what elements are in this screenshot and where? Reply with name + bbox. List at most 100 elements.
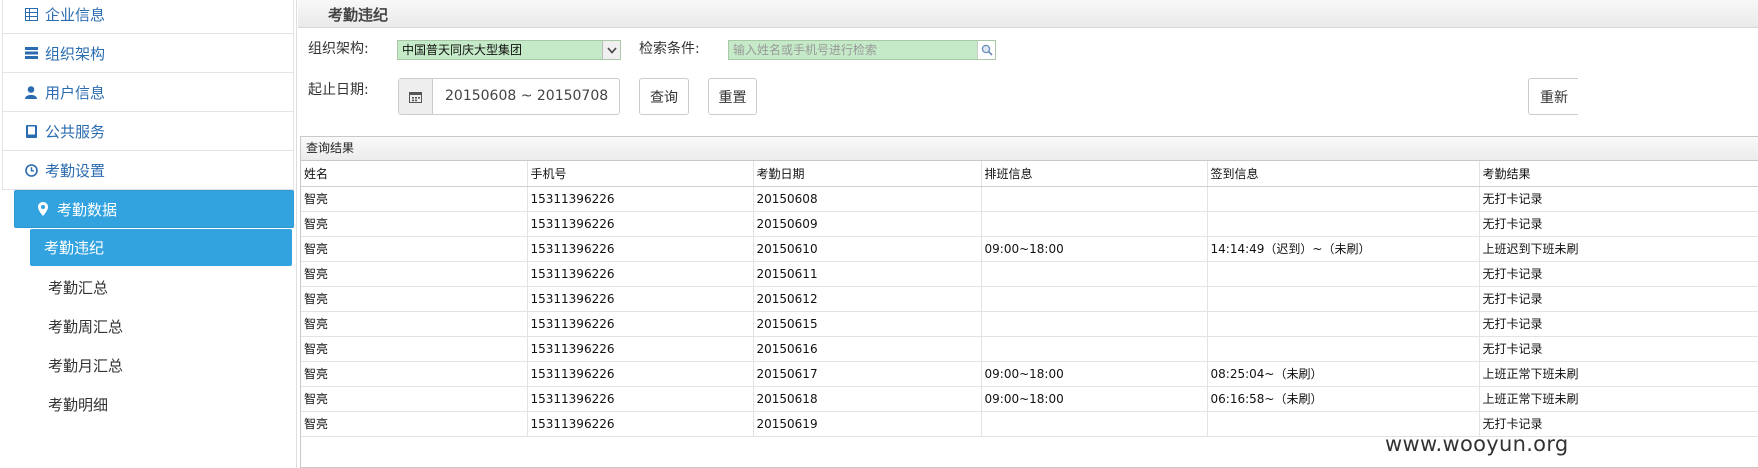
- schedule-cell: [981, 211, 1208, 237]
- table-row[interactable]: 智亮 15311396226 20150617 09:00~18:00 08:25:04…: [301, 361, 1758, 387]
- column-header-checkin[interactable]: 签到信息: [1207, 161, 1480, 187]
- sidebar-item-org[interactable]: 组织架构: [2, 33, 294, 73]
- table-row[interactable]: 智亮 15311396226 20150618 09:00~18:00 06:16:58…: [301, 386, 1758, 412]
- table-row[interactable]: 智亮 15311396226 20150611 无打卡记录: [301, 261, 1758, 287]
- sidebar-item-public-services[interactable]: 公共服务: [2, 111, 294, 151]
- phone-cell: 15311396226: [527, 286, 754, 312]
- results-title: 查询结果: [301, 137, 1758, 161]
- sidebar-subitem-monthly-summary[interactable]: 考勤月汇总: [34, 346, 294, 384]
- phone-cell: 15311396226: [527, 411, 754, 437]
- result-cell: 无打卡记录: [1479, 186, 1758, 212]
- name-cell: 智亮: [301, 361, 528, 387]
- org-select[interactable]: 中国普天同庆大型集团: [397, 40, 621, 60]
- column-header-result[interactable]: 考勤结果: [1479, 161, 1758, 187]
- sidebar-subitem-details[interactable]: 考勤明细: [34, 385, 294, 423]
- sidebar-item-label: 考勤数据: [57, 200, 118, 219]
- table-row[interactable]: 智亮 15311396226 20150615 无打卡记录: [301, 311, 1758, 337]
- search-placeholder: 输入姓名或手机号进行检索: [733, 43, 878, 57]
- result-cell: 无打卡记录: [1479, 211, 1758, 237]
- date-cell: 20150612: [753, 286, 982, 312]
- watermark: www.wooyun.org: [1385, 432, 1569, 456]
- date-range-value: 20150608 ~ 20150708: [445, 88, 609, 104]
- sidebar-subitem-weekly-summary[interactable]: 考勤周汇总: [34, 307, 294, 345]
- table-header-row: 姓名 手机号 考勤日期 排班信息 签到信息 考勤结果: [301, 161, 1758, 187]
- map-marker-icon: [35, 201, 51, 217]
- page-title: 考勤违纪: [328, 6, 389, 24]
- phone-cell: 15311396226: [527, 211, 754, 237]
- date-cell: 20150619: [753, 411, 982, 437]
- sidebar-item-attendance-data[interactable]: 考勤数据: [14, 190, 294, 228]
- checkin-cell: [1207, 211, 1480, 237]
- sidebar-item-label: 考勤设置: [45, 161, 106, 180]
- sidebar-subitem-summary[interactable]: 考勤汇总: [34, 268, 294, 306]
- column-header-date[interactable]: 考勤日期: [753, 161, 982, 187]
- sidebar-subitem-label: 考勤月汇总: [48, 356, 124, 375]
- name-cell: 智亮: [301, 336, 528, 362]
- search-input[interactable]: 输入姓名或手机号进行检索: [728, 40, 996, 60]
- results-panel: 查询结果 姓名 手机号 考勤日期 排班信息 签到信息 考勤结果 智亮 153113…: [300, 136, 1758, 468]
- table-row[interactable]: 智亮 15311396226 20150616 无打卡记录: [301, 336, 1758, 362]
- date-cell: 20150617: [753, 361, 982, 387]
- sidebar-subitem-label: 考勤明细: [48, 395, 109, 414]
- schedule-cell: [981, 336, 1208, 362]
- sidebar-subitem-violations[interactable]: 考勤违纪: [30, 229, 292, 266]
- date-cell: 20150616: [753, 336, 982, 362]
- reset-button[interactable]: 重置: [708, 78, 757, 115]
- result-cell: 无打卡记录: [1479, 311, 1758, 337]
- result-cell: 上班迟到下班未刷: [1479, 236, 1758, 262]
- column-header-name[interactable]: 姓名: [301, 161, 528, 187]
- sidebar-subitem-label: 考勤汇总: [48, 278, 109, 297]
- date-cell: 20150609: [753, 211, 982, 237]
- sidebar-item-company-info[interactable]: 企业信息: [2, 0, 294, 34]
- date-cell: 20150618: [753, 386, 982, 412]
- checkin-cell: [1207, 261, 1480, 287]
- date-cell: 20150608: [753, 186, 982, 212]
- date-range-input[interactable]: 20150608 ~ 20150708: [398, 78, 620, 115]
- date-cell: 20150615: [753, 311, 982, 337]
- sidebar-item-users[interactable]: 用户信息: [2, 72, 294, 112]
- page-title-bar: 考勤违纪: [298, 0, 1758, 28]
- table-row[interactable]: 智亮 15311396226 20150609 无打卡记录: [301, 211, 1758, 237]
- schedule-cell: 09:00~18:00: [981, 386, 1208, 412]
- phone-cell: 15311396226: [527, 336, 754, 362]
- user-icon: [23, 84, 39, 100]
- checkin-cell: [1207, 311, 1480, 337]
- checkin-cell: [1207, 186, 1480, 212]
- schedule-cell: [981, 186, 1208, 212]
- schedule-cell: [981, 286, 1208, 312]
- result-cell: 上班正常下班未刷: [1479, 386, 1758, 412]
- column-header-phone[interactable]: 手机号: [527, 161, 754, 187]
- result-cell: 上班正常下班未刷: [1479, 361, 1758, 387]
- search-icon[interactable]: [977, 41, 995, 59]
- clock-icon: [23, 162, 39, 178]
- book-icon: [23, 123, 39, 139]
- schedule-cell: 09:00~18:00: [981, 361, 1208, 387]
- sidebar: 企业信息 组织架构 用户信息 公共服务 考勤设置 考勤数据 考勤违纪 考勤汇总: [0, 0, 297, 468]
- resync-button[interactable]: 重新: [1528, 78, 1578, 115]
- search-label: 检索条件:: [639, 41, 700, 57]
- checkin-cell: [1207, 336, 1480, 362]
- table-row[interactable]: 智亮 15311396226 20150610 09:00~18:00 14:14:49…: [301, 236, 1758, 262]
- sidebar-item-label: 企业信息: [45, 5, 106, 24]
- column-header-schedule[interactable]: 排班信息: [981, 161, 1208, 187]
- checkin-cell: [1207, 286, 1480, 312]
- phone-cell: 15311396226: [527, 386, 754, 412]
- checkin-cell: 08:25:04~（未刷）: [1207, 361, 1480, 387]
- result-cell: 无打卡记录: [1479, 286, 1758, 312]
- name-cell: 智亮: [301, 261, 528, 287]
- name-cell: 智亮: [301, 236, 528, 262]
- phone-cell: 15311396226: [527, 236, 754, 262]
- table-row[interactable]: 智亮 15311396226 20150612 无打卡记录: [301, 286, 1758, 312]
- org-label: 组织架构:: [308, 41, 369, 57]
- sidebar-item-label: 公共服务: [45, 122, 106, 141]
- query-button[interactable]: 查询: [639, 78, 689, 115]
- sidebar-item-attendance-settings[interactable]: 考勤设置: [2, 150, 294, 190]
- name-cell: 智亮: [301, 186, 528, 212]
- table-row[interactable]: 智亮 15311396226 20150608 无打卡记录: [301, 186, 1758, 212]
- sidebar-subitem-label: 考勤违纪: [44, 239, 105, 257]
- name-cell: 智亮: [301, 211, 528, 237]
- chevron-down-icon[interactable]: [602, 41, 620, 59]
- calendar-icon[interactable]: [399, 79, 433, 114]
- name-cell: 智亮: [301, 311, 528, 337]
- schedule-cell: [981, 411, 1208, 437]
